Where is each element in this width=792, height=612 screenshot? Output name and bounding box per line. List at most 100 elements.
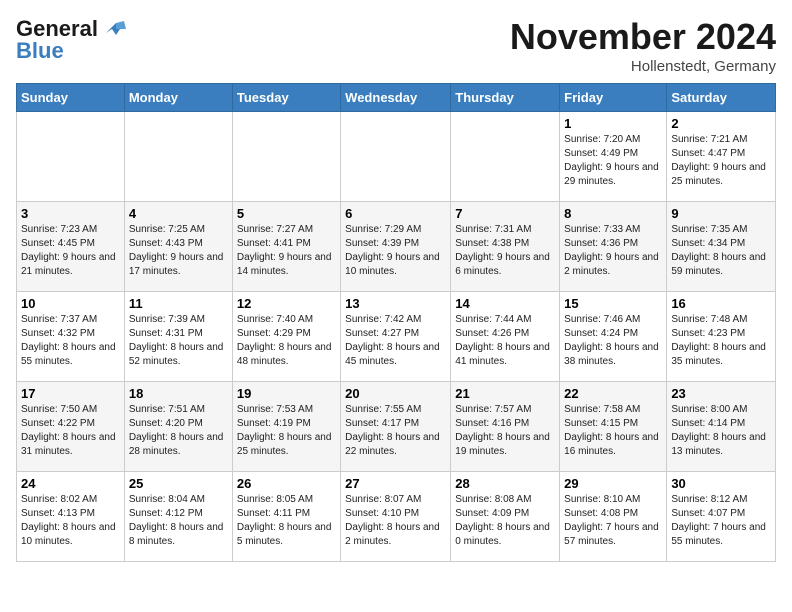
day-number: 13 <box>345 296 446 311</box>
day-info: Sunrise: 7:25 AM Sunset: 4:43 PM Dayligh… <box>129 223 228 279</box>
day-info: Sunrise: 8:04 AM Sunset: 4:12 PM Dayligh… <box>129 493 228 549</box>
header-wednesday: Wednesday <box>341 84 451 112</box>
day-number: 17 <box>21 386 120 401</box>
day-info: Sunrise: 7:35 AM Sunset: 4:34 PM Dayligh… <box>671 223 771 279</box>
calendar-cell: 6 Sunrise: 7:29 AM Sunset: 4:39 PM Daylig… <box>341 202 451 292</box>
day-info: Sunrise: 7:53 AM Sunset: 4:19 PM Dayligh… <box>237 403 336 459</box>
calendar-cell <box>341 112 451 202</box>
day-info: Sunrise: 7:55 AM Sunset: 4:17 PM Dayligh… <box>345 403 446 459</box>
day-info: Sunrise: 7:48 AM Sunset: 4:23 PM Dayligh… <box>671 313 771 369</box>
calendar-cell <box>124 112 232 202</box>
day-number: 8 <box>564 206 662 221</box>
day-info: Sunrise: 8:12 AM Sunset: 4:07 PM Dayligh… <box>671 493 771 549</box>
calendar-cell: 7 Sunrise: 7:31 AM Sunset: 4:38 PM Daylig… <box>451 202 560 292</box>
day-number: 16 <box>671 296 771 311</box>
header-thursday: Thursday <box>451 84 560 112</box>
day-number: 21 <box>455 386 555 401</box>
calendar-cell: 13 Sunrise: 7:42 AM Sunset: 4:27 PM Dayli… <box>341 292 451 382</box>
week-row-4: 24 Sunrise: 8:02 AM Sunset: 4:13 PM Dayli… <box>17 472 776 562</box>
calendar-body: 1 Sunrise: 7:20 AM Sunset: 4:49 PM Daylig… <box>17 112 776 562</box>
day-info: Sunrise: 7:20 AM Sunset: 4:49 PM Dayligh… <box>564 133 662 189</box>
day-number: 20 <box>345 386 446 401</box>
day-info: Sunrise: 8:02 AM Sunset: 4:13 PM Dayligh… <box>21 493 120 549</box>
day-number: 28 <box>455 476 555 491</box>
calendar-cell <box>17 112 125 202</box>
calendar-cell: 17 Sunrise: 7:50 AM Sunset: 4:22 PM Dayli… <box>17 382 125 472</box>
day-number: 9 <box>671 206 771 221</box>
calendar-cell: 30 Sunrise: 8:12 AM Sunset: 4:07 PM Dayli… <box>667 472 776 562</box>
day-number: 5 <box>237 206 336 221</box>
day-info: Sunrise: 7:46 AM Sunset: 4:24 PM Dayligh… <box>564 313 662 369</box>
day-number: 10 <box>21 296 120 311</box>
day-info: Sunrise: 8:07 AM Sunset: 4:10 PM Dayligh… <box>345 493 446 549</box>
header-tuesday: Tuesday <box>232 84 340 112</box>
day-info: Sunrise: 8:10 AM Sunset: 4:08 PM Dayligh… <box>564 493 662 549</box>
day-number: 4 <box>129 206 228 221</box>
calendar-cell: 24 Sunrise: 8:02 AM Sunset: 4:13 PM Dayli… <box>17 472 125 562</box>
day-info: Sunrise: 8:08 AM Sunset: 4:09 PM Dayligh… <box>455 493 555 549</box>
day-info: Sunrise: 7:40 AM Sunset: 4:29 PM Dayligh… <box>237 313 336 369</box>
day-number: 27 <box>345 476 446 491</box>
day-number: 12 <box>237 296 336 311</box>
day-number: 25 <box>129 476 228 491</box>
calendar-cell: 22 Sunrise: 7:58 AM Sunset: 4:15 PM Dayli… <box>560 382 667 472</box>
day-number: 6 <box>345 206 446 221</box>
day-number: 24 <box>21 476 120 491</box>
calendar-cell: 28 Sunrise: 8:08 AM Sunset: 4:09 PM Dayli… <box>451 472 560 562</box>
week-row-3: 17 Sunrise: 7:50 AM Sunset: 4:22 PM Dayli… <box>17 382 776 472</box>
calendar-cell: 23 Sunrise: 8:00 AM Sunset: 4:14 PM Dayli… <box>667 382 776 472</box>
day-info: Sunrise: 7:21 AM Sunset: 4:47 PM Dayligh… <box>671 133 771 189</box>
day-info: Sunrise: 7:50 AM Sunset: 4:22 PM Dayligh… <box>21 403 120 459</box>
day-info: Sunrise: 8:00 AM Sunset: 4:14 PM Dayligh… <box>671 403 771 459</box>
calendar-cell: 10Sunrise: 7:37 AM Sunset: 4:32 PM Dayli… <box>17 292 125 382</box>
calendar-cell: 26Sunrise: 8:05 AM Sunset: 4:11 PM Dayli… <box>232 472 340 562</box>
day-info: Sunrise: 7:42 AM Sunset: 4:27 PM Dayligh… <box>345 313 446 369</box>
calendar-cell: 5 Sunrise: 7:27 AM Sunset: 4:41 PM Daylig… <box>232 202 340 292</box>
calendar-cell: 2 Sunrise: 7:21 AM Sunset: 4:47 PM Daylig… <box>667 112 776 202</box>
day-number: 11 <box>129 296 228 311</box>
day-info: Sunrise: 7:33 AM Sunset: 4:36 PM Dayligh… <box>564 223 662 279</box>
day-number: 7 <box>455 206 555 221</box>
week-row-0: 1 Sunrise: 7:20 AM Sunset: 4:49 PM Daylig… <box>17 112 776 202</box>
day-info: Sunrise: 7:57 AM Sunset: 4:16 PM Dayligh… <box>455 403 555 459</box>
calendar-cell: 3Sunrise: 7:23 AM Sunset: 4:45 PM Daylig… <box>17 202 125 292</box>
calendar-cell: 25 Sunrise: 8:04 AM Sunset: 4:12 PM Dayli… <box>124 472 232 562</box>
day-info: Sunrise: 7:58 AM Sunset: 4:15 PM Dayligh… <box>564 403 662 459</box>
calendar-cell: 11 Sunrise: 7:39 AM Sunset: 4:31 PM Dayli… <box>124 292 232 382</box>
day-number: 14 <box>455 296 555 311</box>
day-info: Sunrise: 7:39 AM Sunset: 4:31 PM Dayligh… <box>129 313 228 369</box>
day-info: Sunrise: 7:51 AM Sunset: 4:20 PM Dayligh… <box>129 403 228 459</box>
header-friday: Friday <box>560 84 667 112</box>
calendar-cell <box>451 112 560 202</box>
location: Hollenstedt, Germany <box>510 58 776 75</box>
day-number: 18 <box>129 386 228 401</box>
calendar-cell: 14Sunrise: 7:44 AM Sunset: 4:26 PM Dayli… <box>451 292 560 382</box>
calendar-cell: 8 Sunrise: 7:33 AM Sunset: 4:36 PM Daylig… <box>560 202 667 292</box>
day-number: 1 <box>564 116 662 131</box>
day-number: 30 <box>671 476 771 491</box>
logo-bird-icon <box>102 19 130 39</box>
calendar-cell: 4 Sunrise: 7:25 AM Sunset: 4:43 PM Daylig… <box>124 202 232 292</box>
calendar-table: SundayMondayTuesdayWednesdayThursdayFrid… <box>16 83 776 562</box>
days-header: SundayMondayTuesdayWednesdayThursdayFrid… <box>17 84 776 112</box>
day-number: 23 <box>671 386 771 401</box>
calendar-cell: 29Sunrise: 8:10 AM Sunset: 4:08 PM Dayli… <box>560 472 667 562</box>
calendar-cell: 9 Sunrise: 7:35 AM Sunset: 4:34 PM Daylig… <box>667 202 776 292</box>
day-number: 2 <box>671 116 771 131</box>
day-info: Sunrise: 8:05 AM Sunset: 4:11 PM Dayligh… <box>237 493 336 549</box>
calendar-cell: 21 Sunrise: 7:57 AM Sunset: 4:16 PM Dayli… <box>451 382 560 472</box>
day-info: Sunrise: 7:29 AM Sunset: 4:39 PM Dayligh… <box>345 223 446 279</box>
header-saturday: Saturday <box>667 84 776 112</box>
day-number: 22 <box>564 386 662 401</box>
calendar-cell <box>232 112 340 202</box>
day-info: Sunrise: 7:31 AM Sunset: 4:38 PM Dayligh… <box>455 223 555 279</box>
logo-text-blue: Blue <box>16 38 64 64</box>
calendar-cell: 20 Sunrise: 7:55 AM Sunset: 4:17 PM Dayli… <box>341 382 451 472</box>
calendar-cell: 15Sunrise: 7:46 AM Sunset: 4:24 PM Dayli… <box>560 292 667 382</box>
day-info: Sunrise: 7:23 AM Sunset: 4:45 PM Dayligh… <box>21 223 120 279</box>
day-info: Sunrise: 7:27 AM Sunset: 4:41 PM Dayligh… <box>237 223 336 279</box>
calendar-cell: 18 Sunrise: 7:51 AM Sunset: 4:20 PM Dayli… <box>124 382 232 472</box>
week-row-2: 10Sunrise: 7:37 AM Sunset: 4:32 PM Dayli… <box>17 292 776 382</box>
calendar-cell: 19Sunrise: 7:53 AM Sunset: 4:19 PM Dayli… <box>232 382 340 472</box>
header-sunday: Sunday <box>17 84 125 112</box>
